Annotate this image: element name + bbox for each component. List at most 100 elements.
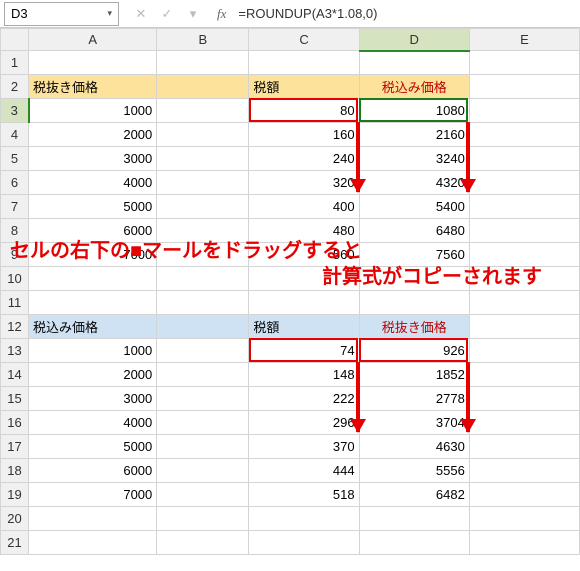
chevron-down-icon[interactable]: ▾	[183, 6, 203, 22]
cell[interactable]: 5000	[29, 435, 157, 459]
cell[interactable]: 4000	[29, 171, 157, 195]
row-header[interactable]: 3	[1, 99, 29, 123]
select-all-corner[interactable]	[1, 29, 29, 51]
header-cell[interactable]: 税込み価格	[29, 315, 157, 339]
cell[interactable]: 296	[249, 411, 359, 435]
cell[interactable]	[157, 411, 249, 435]
header-cell[interactable]: 税額	[249, 315, 359, 339]
cell[interactable]: 3000	[29, 387, 157, 411]
header-cell[interactable]: 税額	[249, 75, 359, 99]
cell[interactable]	[157, 171, 249, 195]
row-header[interactable]: 5	[1, 147, 29, 171]
cell[interactable]: 148	[249, 363, 359, 387]
col-header-d[interactable]: D	[359, 29, 469, 51]
cell[interactable]	[469, 339, 579, 363]
header-cell[interactable]: 税抜き価格	[359, 315, 469, 339]
cell[interactable]	[157, 483, 249, 507]
cell[interactable]	[469, 531, 579, 555]
cell[interactable]: 926	[359, 339, 469, 363]
cell[interactable]	[469, 459, 579, 483]
cell[interactable]: 444	[249, 459, 359, 483]
cell[interactable]	[157, 387, 249, 411]
row-header[interactable]: 6	[1, 171, 29, 195]
row-header[interactable]: 16	[1, 411, 29, 435]
cell[interactable]	[359, 291, 469, 315]
col-header-e[interactable]: E	[469, 29, 579, 51]
cell[interactable]	[469, 435, 579, 459]
cell[interactable]: 320	[249, 171, 359, 195]
cell[interactable]: 3240	[359, 147, 469, 171]
cell[interactable]	[157, 363, 249, 387]
row-header[interactable]: 17	[1, 435, 29, 459]
cell[interactable]	[469, 411, 579, 435]
cell[interactable]: 400	[249, 195, 359, 219]
cell[interactable]	[157, 315, 249, 339]
cancel-icon[interactable]: ✕	[131, 6, 151, 22]
row-header[interactable]: 12	[1, 315, 29, 339]
cell[interactable]	[469, 483, 579, 507]
cell[interactable]	[469, 171, 579, 195]
cell[interactable]: 80	[249, 99, 359, 123]
row-header[interactable]: 20	[1, 507, 29, 531]
col-header-c[interactable]: C	[249, 29, 359, 51]
cell[interactable]: 4320	[359, 171, 469, 195]
cell[interactable]: 1000	[29, 339, 157, 363]
cell[interactable]: 7000	[29, 483, 157, 507]
cell[interactable]	[29, 507, 157, 531]
cell[interactable]: 5400	[359, 195, 469, 219]
cell[interactable]	[157, 291, 249, 315]
cell[interactable]	[359, 531, 469, 555]
cell[interactable]	[29, 531, 157, 555]
cell[interactable]	[469, 507, 579, 531]
cell[interactable]	[157, 99, 249, 123]
cell[interactable]	[29, 291, 157, 315]
row-header[interactable]: 15	[1, 387, 29, 411]
cell[interactable]: 1000	[29, 99, 157, 123]
cell[interactable]	[469, 387, 579, 411]
cell[interactable]	[249, 507, 359, 531]
cell[interactable]	[249, 531, 359, 555]
cell[interactable]: 6000	[29, 459, 157, 483]
cell[interactable]	[469, 51, 579, 75]
cell[interactable]	[157, 507, 249, 531]
row-header[interactable]: 21	[1, 531, 29, 555]
cell[interactable]	[157, 459, 249, 483]
row-header[interactable]: 19	[1, 483, 29, 507]
cell[interactable]: 518	[249, 483, 359, 507]
name-box[interactable]: D3 ▾	[4, 2, 119, 26]
cell[interactable]: 2160	[359, 123, 469, 147]
cell[interactable]	[469, 99, 579, 123]
accept-icon[interactable]: ✓	[157, 6, 177, 22]
col-header-b[interactable]: B	[157, 29, 249, 51]
row-header[interactable]: 18	[1, 459, 29, 483]
header-cell[interactable]: 税込み価格	[359, 75, 469, 99]
cell[interactable]	[157, 147, 249, 171]
cell[interactable]: 1852	[359, 363, 469, 387]
cell[interactable]: 5000	[29, 195, 157, 219]
cell[interactable]: 74	[249, 339, 359, 363]
cell[interactable]: 3000	[29, 147, 157, 171]
cell[interactable]	[359, 507, 469, 531]
cell[interactable]	[249, 51, 359, 75]
cell[interactable]: 4630	[359, 435, 469, 459]
cell[interactable]	[157, 435, 249, 459]
chevron-down-icon[interactable]: ▾	[107, 8, 112, 19]
cell[interactable]: 6482	[359, 483, 469, 507]
active-cell[interactable]: 1080	[359, 99, 469, 123]
cell[interactable]	[157, 531, 249, 555]
cell[interactable]	[469, 123, 579, 147]
cell[interactable]	[359, 51, 469, 75]
row-header[interactable]: 2	[1, 75, 29, 99]
header-cell[interactable]: 税抜き価格	[29, 75, 157, 99]
row-header[interactable]: 13	[1, 339, 29, 363]
col-header-a[interactable]: A	[29, 29, 157, 51]
cell[interactable]	[469, 291, 579, 315]
cell[interactable]: 370	[249, 435, 359, 459]
row-header[interactable]: 1	[1, 51, 29, 75]
formula-input[interactable]: =ROUNDUP(A3*1.08,0)	[232, 4, 580, 23]
cell[interactable]: 5556	[359, 459, 469, 483]
row-header[interactable]: 4	[1, 123, 29, 147]
fx-icon[interactable]: fx	[217, 6, 226, 22]
cell[interactable]	[157, 195, 249, 219]
cell[interactable]	[29, 51, 157, 75]
